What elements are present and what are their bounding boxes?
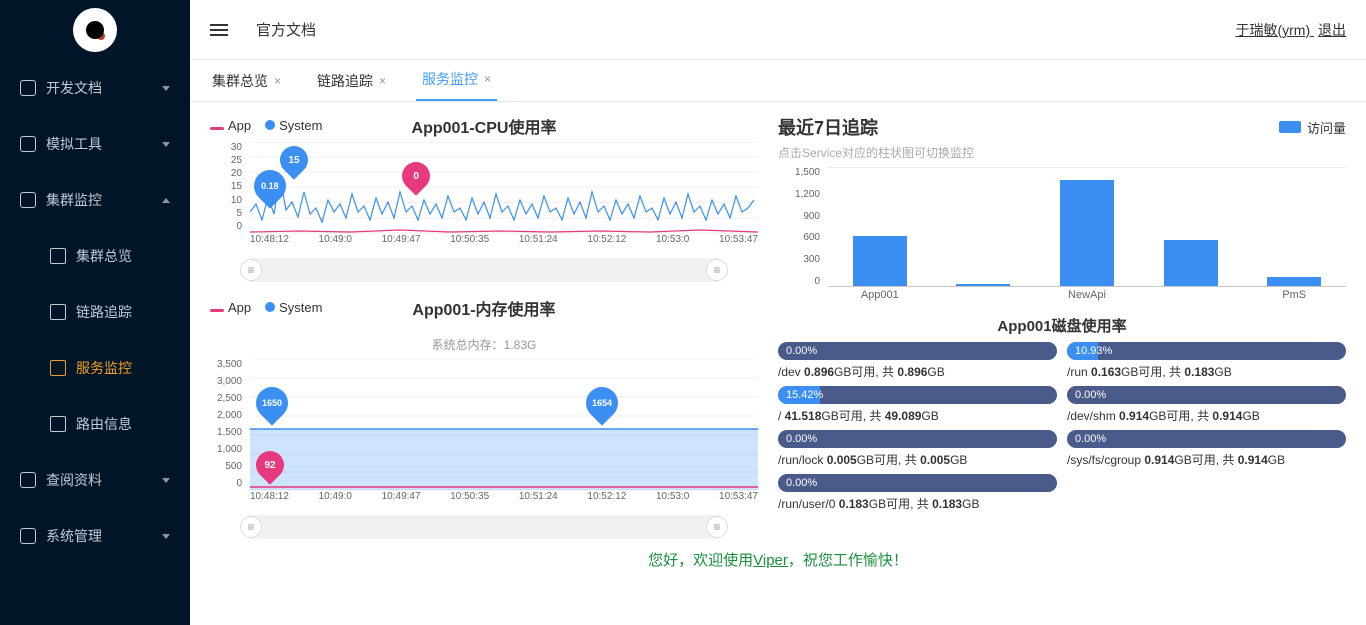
bar-col[interactable] xyxy=(1139,168,1243,286)
cpu-zoom[interactable]: ≡≡ xyxy=(250,258,718,282)
bar-col[interactable] xyxy=(1035,168,1139,286)
sidebar-item-label: 集群总览 xyxy=(76,246,132,266)
close-icon[interactable]: × xyxy=(379,74,386,88)
footer: 您好，欢迎使用Viper，祝您工作愉快！ xyxy=(210,549,1346,570)
cpu-yaxis: 302520151050 xyxy=(210,142,246,232)
sidebar-item[interactable]: 开发文档 xyxy=(0,60,190,116)
tab[interactable]: 服务监控× xyxy=(416,69,497,101)
track-legend-label: 访问量 xyxy=(1307,118,1346,137)
menu-toggle-icon[interactable] xyxy=(210,24,228,36)
sidebar-item[interactable]: 链路追踪 xyxy=(0,284,190,340)
sidebar-item-label: 模拟工具 xyxy=(46,134,102,154)
chevron-down-icon xyxy=(162,86,170,91)
cpu-title: App001-CPU使用率 xyxy=(210,114,758,138)
chevron-down-icon xyxy=(162,142,170,147)
logout-link[interactable]: 退出 xyxy=(1318,22,1346,38)
sidebar-item[interactable]: 路由信息 xyxy=(0,396,190,452)
disk-cell: 10.93%/run 0.163GB可用, 共 0.183GB xyxy=(1067,342,1346,380)
sidebar-item-label: 开发文档 xyxy=(46,78,102,98)
sidebar-item[interactable]: 查阅资料 xyxy=(0,452,190,508)
close-icon[interactable]: × xyxy=(484,72,491,86)
mem-sub: 系统总内存：1.83G xyxy=(210,336,758,353)
tabs: 集群总览× 链路追踪× 服务监控× xyxy=(190,60,1366,102)
sidebar-item[interactable]: 服务监控 xyxy=(0,340,190,396)
zoom-handle-left[interactable]: ≡ xyxy=(240,259,262,281)
sidebar-item[interactable]: 系统管理 xyxy=(0,508,190,564)
disk-cell: 0.00%/dev 0.896GB可用, 共 0.896GB xyxy=(778,342,1057,380)
sidebar-item[interactable]: 模拟工具 xyxy=(0,116,190,172)
bar-col[interactable] xyxy=(1242,168,1346,286)
logo xyxy=(0,0,190,60)
sidebar-item[interactable]: 集群监控 xyxy=(0,172,190,228)
tab[interactable]: 链路追踪× xyxy=(311,71,392,101)
sidebar-item[interactable]: 集群总览 xyxy=(0,228,190,284)
track-barchart[interactable]: 1,5001,2009006003000 App001NewApiPmS xyxy=(778,167,1346,307)
mem-zoom[interactable]: ≡≡ xyxy=(250,515,718,539)
zoom-handle-right[interactable]: ≡ xyxy=(706,259,728,281)
chevron-up-icon xyxy=(162,198,170,203)
sidebar-item-label: 集群监控 xyxy=(46,190,102,210)
chevron-down-icon xyxy=(162,534,170,539)
disk-grid: 0.00%/dev 0.896GB可用, 共 0.896GB 10.93%/run… xyxy=(778,342,1346,512)
user-link[interactable]: 于瑞敏(yrm) xyxy=(1235,22,1314,38)
nav: 开发文档模拟工具集群监控集群总览链路追踪服务监控路由信息查阅资料系统管理 xyxy=(0,60,190,625)
viper-link[interactable]: Viper xyxy=(753,552,788,569)
sidebar-item-label: 系统管理 xyxy=(46,526,102,546)
disk-title: App001磁盘使用率 xyxy=(778,315,1346,336)
sidebar-item-label: 路由信息 xyxy=(76,414,132,434)
disk-cell: 15.42%/ 41.518GB可用, 共 49.089GB xyxy=(778,386,1057,424)
close-icon[interactable]: × xyxy=(274,74,281,88)
sidebar-item-label: 查阅资料 xyxy=(46,470,102,490)
bar-col[interactable] xyxy=(932,168,1036,286)
disk-cell: 0.00%/sys/fs/cgroup 0.914GB可用, 共 0.914GB xyxy=(1067,430,1346,468)
cpu-xaxis: 10:48:1210:49:010:49:4710:50:3510:51:241… xyxy=(250,234,758,252)
breadcrumb: 官方文档 xyxy=(256,19,316,40)
tab[interactable]: 集群总览× xyxy=(206,71,287,101)
disk-cell: 0.00%/dev/shm 0.914GB可用, 共 0.914GB xyxy=(1067,386,1346,424)
mem-yaxis: 3,5003,0002,5002,0001,5001,0005000 xyxy=(210,359,246,489)
track-title: 最近7日追踪 xyxy=(778,114,878,140)
cpu-chart: App System App001-CPU使用率 302520151050 1 xyxy=(210,114,758,282)
sidebar: 开发文档模拟工具集群监控集群总览链路追踪服务监控路由信息查阅资料系统管理 xyxy=(0,0,190,625)
track-legend-icon xyxy=(1279,121,1301,133)
disk-cell: 0.00%/run/lock 0.005GB可用, 共 0.005GB xyxy=(778,430,1057,468)
zoom-handle-left[interactable]: ≡ xyxy=(240,516,262,538)
zoom-handle-right[interactable]: ≡ xyxy=(706,516,728,538)
bar-col[interactable] xyxy=(828,168,932,286)
mem-xaxis: 10:48:1210:49:010:49:4710:50:3510:51:241… xyxy=(250,491,758,509)
topbar: 官方文档 于瑞敏(yrm) 退出 xyxy=(190,0,1366,60)
mem-title: App001-内存使用率 xyxy=(210,296,758,320)
mem-chart: App System App001-内存使用率 系统总内存：1.83G 3,50… xyxy=(210,296,758,539)
sidebar-item-label: 服务监控 xyxy=(76,358,132,378)
disk-cell: 0.00%/run/user/0 0.183GB可用, 共 0.183GB xyxy=(778,474,1057,512)
chevron-down-icon xyxy=(162,478,170,483)
track-sub: 点击Service对应的柱状图可切换监控 xyxy=(778,144,1346,161)
sidebar-item-label: 链路追踪 xyxy=(76,302,132,322)
